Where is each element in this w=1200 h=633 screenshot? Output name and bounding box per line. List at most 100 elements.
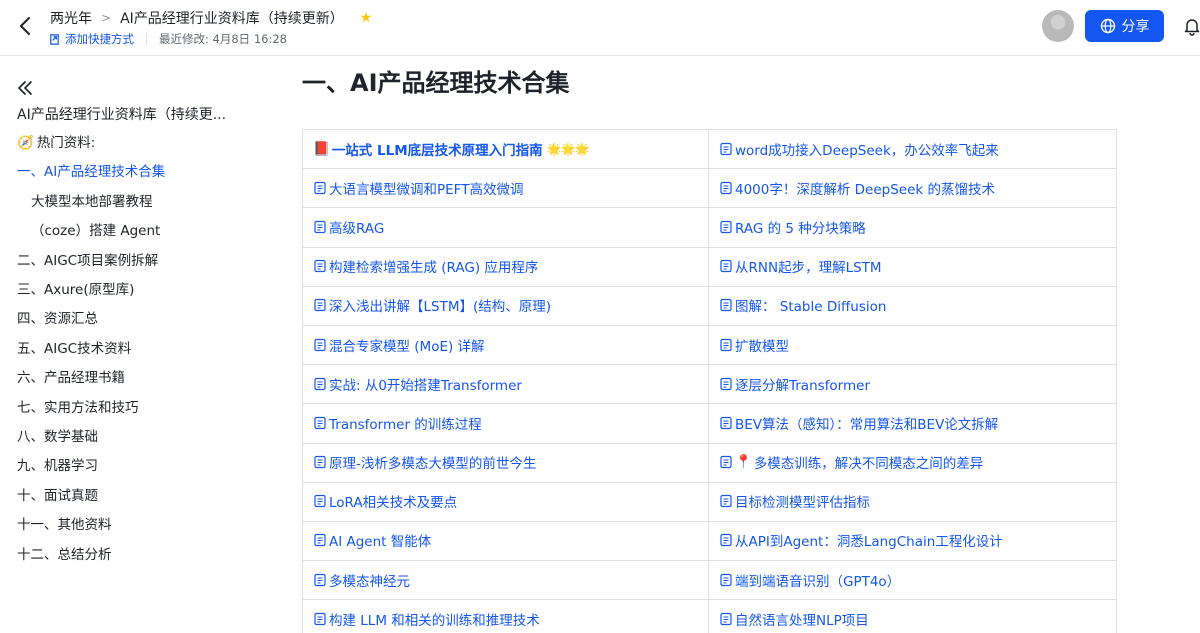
doc-link[interactable]: 图解： Stable Diffusion bbox=[719, 295, 886, 315]
doc-link[interactable]: 目标检测模型评估指标 bbox=[719, 491, 870, 511]
table-cell: 实战: 从0开始搭建Transformer bbox=[302, 364, 709, 405]
doc-link[interactable]: 构建 LLM 和相关的训练和推理技术 bbox=[313, 609, 540, 629]
outline-item-hot[interactable]: 🧭 热门资料: bbox=[17, 132, 95, 154]
doc-link[interactable]: 逐层分解Transformer bbox=[719, 374, 870, 394]
doc-link[interactable]: 多模态神经元 bbox=[313, 570, 410, 590]
share-button[interactable]: 分享 bbox=[1085, 10, 1164, 42]
doc-link[interactable]: 从RNN起步，理解LSTM bbox=[719, 256, 882, 276]
outline-item-coze-agent[interactable]: （coze）搭建 Agent bbox=[31, 220, 160, 242]
doc-link[interactable]: 实战: 从0开始搭建Transformer bbox=[313, 374, 522, 394]
doc-link-label: RAG 的 5 种分块策略 bbox=[735, 220, 866, 237]
doc-link[interactable]: 4000字！深度解析 DeepSeek 的蒸馏技术 bbox=[719, 178, 995, 198]
doc-link-label: 构建检索增强生成 (RAG) 应用程序 bbox=[329, 260, 539, 277]
shortcut-icon bbox=[50, 33, 59, 45]
document-icon bbox=[314, 534, 326, 547]
document-icon bbox=[720, 299, 732, 312]
doc-link-label: 从API到Agent：洞悉LangChain工程化设计 bbox=[735, 534, 1003, 551]
doc-link[interactable]: Transformer 的训练过程 bbox=[313, 413, 482, 433]
table-cell: 从RNN起步，理解LSTM bbox=[708, 246, 1117, 287]
doc-link-label: 原理-浅析多模态大模型的前世今生 bbox=[329, 456, 537, 473]
outline-item-other[interactable]: 十一、其他资料 bbox=[17, 514, 112, 536]
outline-item-ai-pm-tech[interactable]: 一、AI产品经理技术合集 bbox=[17, 161, 165, 183]
document-icon bbox=[314, 260, 326, 273]
document-icon bbox=[314, 181, 326, 194]
outline-item-ml[interactable]: 九、机器学习 bbox=[17, 455, 98, 477]
doc-link[interactable]: 从API到Agent：洞悉LangChain工程化设计 bbox=[719, 530, 1003, 550]
table-cell: 目标检测模型评估指标 bbox=[708, 481, 1117, 522]
doc-link-label: word成功接入DeepSeek，办公效率飞起来 bbox=[735, 142, 999, 159]
table-row: 深入浅出讲解【LSTM】(结构、原理) 图解： Stable Diffusion bbox=[302, 285, 1117, 326]
compass-icon: 🧭 bbox=[17, 135, 34, 151]
document-icon bbox=[314, 220, 326, 234]
table-row: 混合专家模型 (MoE) 详解 扩散模型 bbox=[302, 324, 1117, 366]
doc-link[interactable]: 原理-浅析多模态大模型的前世今生 bbox=[313, 452, 536, 472]
document-icon bbox=[720, 455, 732, 469]
doc-link[interactable]: BEV算法（感知）：常用算法和BEV论文拆解 bbox=[719, 413, 998, 433]
table-row: 大语言模型微调和PEFT高效微调 4000字！深度解析 DeepSeek 的蒸馏技… bbox=[302, 168, 1117, 209]
doc-link-label: 图解： Stable Diffusion bbox=[735, 299, 887, 316]
doc-link[interactable]: word成功接入DeepSeek，办公效率飞起来 bbox=[719, 139, 999, 159]
outline-item-axure[interactable]: 三、Axure(原型库) bbox=[17, 279, 134, 301]
outline-item-pm-books[interactable]: 六、产品经理书籍 bbox=[17, 367, 125, 389]
doc-link[interactable]: 扩散模型 bbox=[719, 335, 789, 355]
table-cell: 大语言模型微调和PEFT高效微调 bbox=[302, 168, 709, 209]
table-cell: 深入浅出讲解【LSTM】(结构、原理) bbox=[302, 285, 709, 326]
outline-doc-title[interactable]: AI产品经理行业资料库（持续更... bbox=[17, 104, 252, 124]
table-cell: 混合专家模型 (MoE) 详解 bbox=[302, 324, 709, 366]
table-cell: 扩散模型 bbox=[708, 324, 1117, 366]
doc-link[interactable]: 构建检索增强生成 (RAG) 应用程序 bbox=[313, 256, 538, 276]
doc-link[interactable]: 自然语言处理NLP项目 bbox=[719, 609, 869, 629]
outline-item-resources[interactable]: 四、资源汇总 bbox=[17, 308, 98, 330]
breadcrumb-parent[interactable]: 两光年 bbox=[50, 8, 92, 28]
doc-link[interactable]: LoRA相关技术及要点 bbox=[313, 491, 457, 511]
doc-link-label: 目标检测模型评估指标 bbox=[735, 495, 870, 512]
doc-link[interactable]: 端到端语音识别（GPT4o） bbox=[719, 570, 900, 590]
doc-link[interactable]: 大语言模型微调和PEFT高效微调 bbox=[313, 178, 523, 198]
bell-icon[interactable] bbox=[1182, 16, 1200, 36]
star-icon[interactable]: ★ bbox=[360, 11, 373, 25]
table-cell: 端到端语音识别（GPT4o） bbox=[708, 560, 1117, 601]
document-icon bbox=[720, 416, 732, 430]
document-icon bbox=[720, 260, 732, 273]
document-icon bbox=[314, 377, 326, 390]
back-button[interactable] bbox=[14, 14, 38, 38]
table-row: 原理-浅析多模态大模型的前世今生 📍 多模态训练，解决不同模态之间的差异 bbox=[302, 442, 1117, 483]
doc-link[interactable]: RAG 的 5 种分块策略 bbox=[719, 217, 866, 237]
document-icon bbox=[314, 612, 326, 625]
doc-link-label: 自然语言处理NLP项目 bbox=[735, 612, 869, 629]
doc-link-label: 多模态神经元 bbox=[329, 573, 410, 590]
avatar[interactable] bbox=[1042, 10, 1074, 42]
outline-item-interview[interactable]: 十、面试真题 bbox=[17, 485, 98, 507]
document-icon bbox=[720, 220, 732, 234]
doc-link-label: 高级RAG bbox=[329, 220, 385, 237]
double-chevron-left-icon bbox=[18, 81, 32, 95]
outline-item-math[interactable]: 八、数学基础 bbox=[17, 426, 98, 448]
doc-link[interactable]: 📕 一站式 LLM底层技术原理入门指南 🌟🌟🌟 bbox=[313, 139, 589, 159]
doc-link[interactable]: 📍 多模态训练，解决不同模态之间的差异 bbox=[719, 452, 983, 472]
doc-link-label: 从RNN起步，理解LSTM bbox=[735, 260, 882, 277]
table-cell: RAG 的 5 种分块策略 bbox=[708, 207, 1117, 248]
table-cell: 多模态神经元 bbox=[302, 560, 709, 601]
add-shortcut-link[interactable]: 添加快捷方式 bbox=[65, 31, 134, 47]
document-icon bbox=[720, 495, 732, 508]
share-button-label: 分享 bbox=[1121, 19, 1150, 35]
outline-item-aigc-cases[interactable]: 二、AIGC项目案例拆解 bbox=[17, 250, 158, 272]
doc-link[interactable]: AI Agent 智能体 bbox=[313, 530, 431, 550]
outline-item-summary[interactable]: 十二、总结分析 bbox=[17, 544, 112, 566]
table-cell: 图解： Stable Diffusion bbox=[708, 285, 1117, 326]
breadcrumb: 两光年 > AI产品经理行业资料库（持续更新） ★ bbox=[50, 8, 372, 28]
outline-item-methods[interactable]: 七、实用方法和技巧 bbox=[17, 397, 139, 419]
doc-link[interactable]: 高级RAG bbox=[313, 217, 384, 237]
collapse-sidebar-button[interactable] bbox=[16, 79, 34, 97]
red-book-icon: 📕 bbox=[313, 141, 330, 158]
breadcrumb-separator: > bbox=[101, 11, 112, 25]
doc-link-label: AI Agent 智能体 bbox=[329, 534, 432, 551]
document-title[interactable]: AI产品经理行业资料库（持续更新） bbox=[120, 8, 344, 28]
doc-link[interactable]: 混合专家模型 (MoE) 详解 bbox=[313, 335, 485, 355]
outline-item-local-deploy[interactable]: 大模型本地部署教程 bbox=[31, 191, 153, 213]
table-cell: AI Agent 智能体 bbox=[302, 520, 709, 562]
doc-link[interactable]: 深入浅出讲解【LSTM】(结构、原理) bbox=[313, 295, 551, 315]
outline-item-aigc-tech[interactable]: 五、AIGC技术资料 bbox=[17, 338, 131, 360]
doc-link-label: BEV算法（感知）：常用算法和BEV论文拆解 bbox=[735, 416, 999, 433]
table-cell: 高级RAG bbox=[302, 207, 709, 248]
